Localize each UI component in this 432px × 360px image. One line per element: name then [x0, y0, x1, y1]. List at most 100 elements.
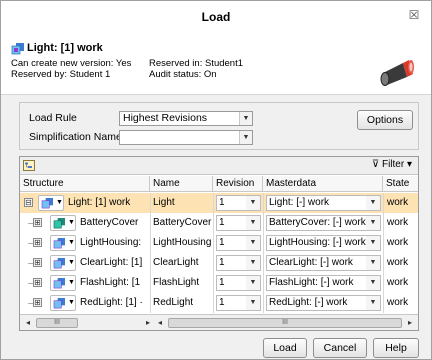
- masterdata-select[interactable]: FlashLight: [-] work ▼: [266, 275, 381, 291]
- table-row[interactable]: ⊞ ▼ BatteryCover BatteryCover 1 ▼ Batter…: [20, 213, 418, 233]
- name-cell: Light: [153, 197, 175, 208]
- close-icon[interactable]: ☒: [407, 8, 421, 22]
- revision-value: 1: [219, 297, 225, 308]
- chevron-down-icon: ▼: [246, 276, 260, 290]
- table-row[interactable]: ⊟ ▼ Light: [1] work Light 1 ▼ Light: [-]…: [20, 193, 418, 213]
- part-menu[interactable]: ▼: [50, 275, 76, 291]
- dropdown-arrow-icon: ▼: [56, 199, 63, 206]
- column-divider: [213, 193, 214, 213]
- masterdata-select[interactable]: LightHousing: [-] work ▼: [266, 235, 381, 251]
- part-icon: [53, 298, 65, 309]
- expand-toggle-icon[interactable]: ⊞: [33, 218, 42, 227]
- chevron-down-icon: ▼: [366, 256, 380, 270]
- structure-cell: BatteryCover: [80, 217, 139, 228]
- state-cell: work: [387, 237, 409, 248]
- load-button[interactable]: Load: [263, 338, 307, 358]
- load-dialog: Load ☒ Light: [1] work Can create new ve…: [0, 0, 432, 360]
- column-header-name[interactable]: Name: [150, 176, 213, 192]
- name-cell: ClearLight: [153, 257, 199, 268]
- structure-table: ⊽ Filter ▾ Structure Name Revision Maste…: [19, 156, 419, 331]
- masterdata-select[interactable]: Light: [-] work ▼: [266, 195, 381, 211]
- tree-view-icon[interactable]: [23, 160, 35, 171]
- column-divider: [383, 193, 384, 213]
- reserved-in-text: Reserved in: Student1: [149, 58, 244, 69]
- chevron-down-icon: ▼: [366, 296, 380, 310]
- part-menu[interactable]: ▼: [50, 295, 76, 311]
- structure-cell: LightHousing:: [80, 237, 142, 248]
- tree-connector: [28, 263, 33, 264]
- masterdata-value: RedLight: [-] work: [269, 297, 348, 308]
- table-row[interactable]: ⊞ ▼ FlashLight: [1 FlashLight 1 ▼ FlashL…: [20, 273, 418, 293]
- state-cell: work: [387, 257, 409, 268]
- cancel-button[interactable]: Cancel: [313, 338, 367, 358]
- structure-cell: FlashLight: [1: [80, 277, 141, 288]
- chevron-down-icon: ▼: [239, 131, 252, 144]
- expand-toggle-icon[interactable]: ⊞: [33, 238, 42, 247]
- table-row[interactable]: ⊞ ▼ LightHousing: LightHousing 1 ▼ Light…: [20, 233, 418, 253]
- name-cell: RedLight: [153, 297, 194, 308]
- load-rule-label: Load Rule: [29, 112, 77, 124]
- part-menu[interactable]: ▼: [50, 235, 76, 251]
- revision-select[interactable]: 1 ▼: [216, 215, 261, 231]
- scroll-right-icon[interactable]: ▸: [404, 317, 416, 329]
- table-toolbar: ⊽ Filter ▾: [20, 157, 418, 175]
- state-cell: work: [387, 277, 409, 288]
- part-menu[interactable]: ▼: [50, 255, 76, 271]
- revision-select[interactable]: 1 ▼: [216, 295, 261, 311]
- masterdata-select[interactable]: BatteryCover: [-] work ▼: [266, 215, 381, 231]
- column-divider: [263, 253, 264, 273]
- load-rule-value: Highest Revisions: [123, 112, 208, 124]
- scroll-right-icon[interactable]: ▸: [142, 317, 154, 329]
- expand-toggle-icon[interactable]: ⊟: [24, 198, 33, 207]
- table-row[interactable]: ⊞ ▼ RedLight: [1] · RedLight 1 ▼ RedLigh…: [20, 293, 418, 313]
- revision-value: 1: [219, 217, 225, 228]
- scroll-left-icon[interactable]: ◂: [154, 317, 166, 329]
- revision-select[interactable]: 1 ▼: [216, 255, 261, 271]
- column-divider: [213, 273, 214, 293]
- scroll-thumb[interactable]: III: [168, 318, 402, 328]
- part-icon: [11, 43, 24, 55]
- column-header-masterdata[interactable]: Masterdata: [263, 176, 383, 192]
- title-bar: Load ☒: [1, 1, 431, 31]
- table-row[interactable]: ⊞ ▼ ClearLight: [1] ClearLight 1 ▼ Clear…: [20, 253, 418, 273]
- revision-select[interactable]: 1 ▼: [216, 275, 261, 291]
- chevron-down-icon: ▼: [366, 236, 380, 250]
- chevron-down-icon: ▼: [366, 216, 380, 230]
- expand-toggle-icon[interactable]: ⊞: [33, 258, 42, 267]
- expand-toggle-icon[interactable]: ⊞: [33, 298, 42, 307]
- filter-label: Filter ▾: [381, 159, 412, 170]
- column-header-revision[interactable]: Revision: [213, 176, 263, 192]
- reserved-by-text: Reserved by: Student 1: [11, 69, 111, 80]
- scroll-thumb[interactable]: III: [36, 318, 78, 328]
- column-header-structure[interactable]: Structure: [20, 176, 150, 192]
- column-divider: [383, 233, 384, 253]
- expand-toggle-icon[interactable]: ⊞: [33, 278, 42, 287]
- revision-value: 1: [219, 277, 225, 288]
- column-divider: [263, 213, 264, 233]
- chevron-down-icon: ▼: [366, 276, 380, 290]
- part-icon: [53, 258, 65, 269]
- column-header-state[interactable]: State: [383, 176, 418, 192]
- load-settings-group: Load Rule Highest Revisions ▼ Simplifica…: [19, 102, 419, 150]
- column-divider: [213, 253, 214, 273]
- revision-select[interactable]: 1 ▼: [216, 195, 261, 211]
- revision-value: 1: [219, 237, 225, 248]
- name-cell: FlashLight: [153, 277, 200, 288]
- filter-menu[interactable]: ⊽ Filter ▾: [372, 159, 412, 170]
- masterdata-select[interactable]: RedLight: [-] work ▼: [266, 295, 381, 311]
- masterdata-select[interactable]: ClearLight: [-] work ▼: [266, 255, 381, 271]
- part-menu[interactable]: ▼: [38, 195, 64, 211]
- part-menu[interactable]: ▼: [50, 215, 76, 231]
- load-rule-select[interactable]: Highest Revisions ▼: [119, 111, 253, 126]
- part-icon: [41, 198, 53, 209]
- chevron-down-icon: ▼: [246, 256, 260, 270]
- options-button[interactable]: Options: [357, 110, 413, 130]
- horizontal-scrollbar[interactable]: ◂ III ▸ ◂ III ▸: [20, 314, 418, 330]
- masterdata-value: Light: [-] work: [269, 197, 330, 208]
- simplification-select[interactable]: ▼: [119, 130, 253, 145]
- tree-connector: [28, 283, 33, 284]
- revision-select[interactable]: 1 ▼: [216, 235, 261, 251]
- scroll-left-icon[interactable]: ◂: [22, 317, 34, 329]
- name-cell: BatteryCover: [153, 217, 212, 228]
- help-button[interactable]: Help: [373, 338, 419, 358]
